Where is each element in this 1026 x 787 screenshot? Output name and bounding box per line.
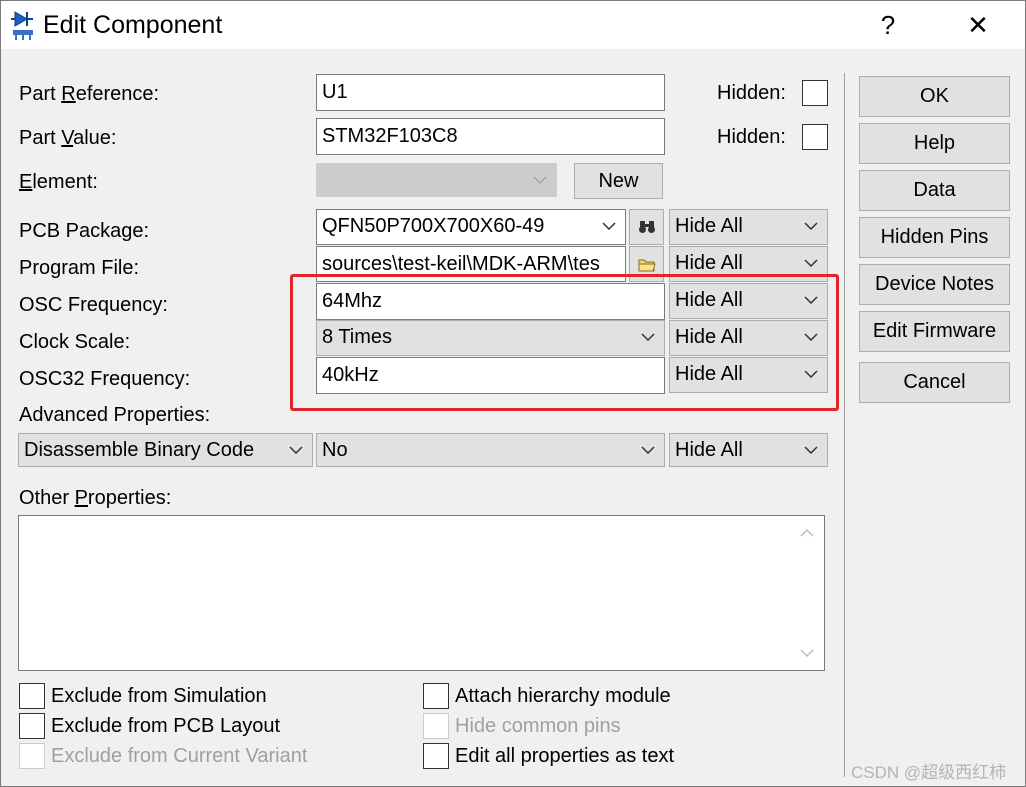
chevron-down-icon — [801, 247, 821, 281]
chevron-down-icon — [599, 210, 619, 244]
chevron-down-icon — [801, 284, 821, 318]
vertical-separator — [844, 73, 845, 777]
chevron-down-icon — [638, 434, 658, 466]
part-value-hidden-checkbox[interactable] — [802, 124, 828, 150]
pcb-package-label: PCB Package: — [19, 220, 150, 242]
new-element-button[interactable]: New — [574, 163, 663, 199]
clock-scale-label: Clock Scale: — [19, 331, 131, 353]
exclude-variant-checkbox — [19, 743, 45, 769]
hide-common-pins-label: Hide common pins — [455, 715, 621, 737]
osc-frequency-input[interactable]: 64Mhz — [316, 283, 665, 320]
component-app-icon — [11, 11, 33, 40]
chevron-down-icon — [801, 434, 821, 466]
other-properties-label: Other Properties: — [19, 487, 172, 509]
clock-scale-visibility-select[interactable]: Hide All — [669, 320, 828, 356]
clock-scale-select[interactable]: 8 Times — [316, 320, 665, 356]
part-reference-label: Part Reference: — [19, 83, 160, 105]
help-icon[interactable]: ? — [863, 7, 913, 43]
exclude-pcb-checkbox[interactable] — [19, 713, 45, 739]
chevron-down-icon — [801, 210, 821, 244]
device-notes-button[interactable]: Device Notes — [859, 264, 1010, 305]
osc32-frequency-visibility-select[interactable]: Hide All — [669, 357, 828, 393]
part-value-label: Part Value: — [19, 127, 117, 149]
exclude-simulation-checkbox[interactable] — [19, 683, 45, 709]
chevron-down-icon — [801, 358, 821, 392]
osc-frequency-visibility-select[interactable]: Hide All — [669, 283, 828, 319]
close-icon[interactable]: ✕ — [953, 7, 1003, 43]
browse-program-file-button[interactable] — [629, 246, 664, 282]
advanced-property-select[interactable]: Disassemble Binary Code — [18, 433, 313, 467]
edit-component-dialog: Edit Component ? ✕ Part Reference: U1 Hi… — [0, 0, 1026, 787]
program-file-input[interactable]: sources\test-keil\MDK-ARM\tes — [316, 246, 626, 282]
folder-icon — [638, 259, 656, 272]
scroll-up-icon[interactable] — [800, 528, 814, 538]
binoculars-icon — [639, 221, 655, 233]
edit-firmware-button[interactable]: Edit Firmware — [859, 311, 1010, 352]
data-button[interactable]: Data — [859, 170, 1010, 211]
osc32-frequency-label: OSC32 Frequency: — [19, 368, 191, 390]
element-label: Element: — [19, 171, 98, 193]
watermark: CSDN @超级西红柿 — [851, 763, 1007, 782]
hide-common-pins-checkbox — [423, 713, 449, 739]
chevron-down-icon — [801, 321, 821, 355]
attach-hierarchy-label: Attach hierarchy module — [455, 685, 671, 707]
pcb-package-visibility-select[interactable]: Hide All — [669, 209, 828, 245]
attach-hierarchy-checkbox[interactable] — [423, 683, 449, 709]
scroll-down-icon[interactable] — [800, 648, 814, 658]
chevron-down-icon — [286, 434, 306, 466]
pcb-package-select[interactable]: QFN50P700X700X60-49 — [316, 209, 626, 245]
program-file-label: Program File: — [19, 257, 140, 279]
browse-package-button[interactable] — [629, 209, 664, 245]
part-value-input[interactable]: STM32F103C8 — [316, 118, 665, 155]
exclude-variant-label: Exclude from Current Variant — [51, 745, 308, 767]
chevron-down-icon — [530, 164, 550, 196]
chevron-down-icon — [638, 321, 658, 355]
edit-as-text-checkbox[interactable] — [423, 743, 449, 769]
hidden-pins-button[interactable]: Hidden Pins — [859, 217, 1010, 258]
other-properties-textarea[interactable] — [18, 515, 825, 671]
part-reference-hidden-label: Hidden: — [717, 82, 786, 104]
edit-as-text-label: Edit all properties as text — [455, 745, 674, 767]
help-button[interactable]: Help — [859, 123, 1010, 164]
part-reference-input[interactable]: U1 — [316, 74, 665, 111]
title-bar: Edit Component ? ✕ — [1, 1, 1025, 49]
element-select[interactable] — [316, 163, 557, 197]
osc-frequency-label: OSC Frequency: — [19, 294, 168, 316]
program-file-visibility-select[interactable]: Hide All — [669, 246, 828, 282]
window-title: Edit Component — [43, 11, 223, 39]
osc32-frequency-input[interactable]: 40kHz — [316, 357, 665, 394]
part-value-hidden-label: Hidden: — [717, 126, 786, 148]
cancel-button[interactable]: Cancel — [859, 362, 1010, 403]
exclude-simulation-label: Exclude from Simulation — [51, 685, 267, 707]
part-reference-hidden-checkbox[interactable] — [802, 80, 828, 106]
ok-button[interactable]: OK — [859, 76, 1010, 117]
advanced-properties-label: Advanced Properties: — [19, 404, 211, 426]
advanced-value-select[interactable]: No — [316, 433, 665, 467]
exclude-pcb-label: Exclude from PCB Layout — [51, 715, 280, 737]
advanced-visibility-select[interactable]: Hide All — [669, 433, 828, 467]
